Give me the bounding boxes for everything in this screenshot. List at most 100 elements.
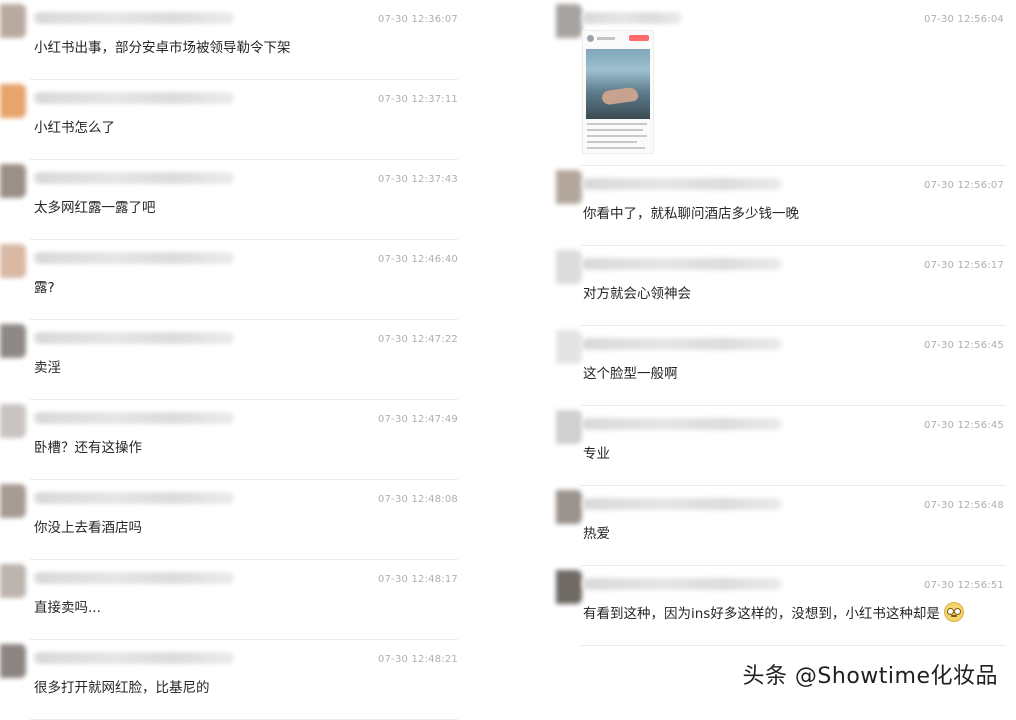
message-text-content: 小红书出事，部分安卓市场被领导勒令下架 — [34, 40, 291, 56]
message-time: 07-30 12:48:17 — [378, 574, 458, 585]
watermark: 头条 @Showtime化妆品 — [742, 664, 998, 689]
chat-message[interactable]: 07-30 12:36:07 小红书出事，部分安卓市场被领导勒令下架 — [0, 0, 470, 80]
message-text: 对方就会心领神会 — [583, 282, 691, 302]
username-blurred — [582, 258, 782, 270]
username-blurred — [582, 178, 782, 190]
chat-column-left: 07-30 12:36:07 小红书出事，部分安卓市场被领导勒令下架 07-30 1… — [0, 0, 470, 720]
chat-column-right: 07-30 12:56:04 07-30 12:56:07 你看中了，就私聊问酒店… — [552, 0, 1016, 646]
avatar[interactable] — [0, 244, 26, 278]
avatar[interactable] — [556, 170, 582, 204]
message-text: 卧槽？还有这操作 — [34, 436, 142, 456]
message-text-content: 这个脸型一般啊 — [583, 366, 678, 382]
message-text: 你没上去看酒店吗 — [34, 516, 142, 536]
username-blurred — [34, 12, 234, 24]
message-time: 07-30 12:48:08 — [378, 494, 458, 505]
thumbnail-photo — [586, 49, 650, 119]
username-blurred — [34, 332, 234, 344]
thumbnail-caption-lines — [587, 123, 649, 153]
shared-image-thumbnail[interactable] — [582, 30, 654, 154]
chat-message[interactable]: 07-30 12:47:49 卧槽？还有这操作 — [0, 400, 470, 480]
image-message[interactable]: 07-30 12:56:04 — [552, 0, 1016, 166]
avatar[interactable] — [556, 410, 582, 444]
avatar[interactable] — [556, 490, 582, 524]
message-time: 07-30 12:47:22 — [378, 334, 458, 345]
avatar[interactable] — [0, 404, 26, 438]
avatar[interactable] — [0, 164, 26, 198]
chat-message[interactable]: 07-30 12:48:17 直接卖吗... — [0, 560, 470, 640]
username-blurred — [34, 412, 234, 424]
message-time: 07-30 12:56:04 — [924, 14, 1004, 25]
message-text: 这个脸型一般啊 — [583, 362, 678, 382]
avatar[interactable] — [0, 564, 26, 598]
message-text: 露? — [34, 276, 55, 296]
chat-message[interactable]: 07-30 12:37:43 太多网红露一露了吧 — [0, 160, 470, 240]
chat-message[interactable]: 07-30 12:48:08 你没上去看酒店吗 — [0, 480, 470, 560]
username-blurred — [582, 578, 782, 590]
message-text: 直接卖吗... — [34, 596, 101, 616]
message-text-content: 很多打开就网红脸，比基尼的 — [34, 680, 210, 696]
username-blurred — [582, 418, 782, 430]
message-time: 07-30 12:37:43 — [378, 174, 458, 185]
message-text: 小红书怎么了 — [34, 116, 115, 136]
message-text-content: 你看中了，就私聊问酒店多少钱一晚 — [583, 206, 799, 222]
message-text-content: 有看到这种，因为ins好多这样的，没想到，小红书这种却是 — [583, 606, 940, 622]
username-blurred — [34, 572, 234, 584]
avatar[interactable] — [556, 570, 582, 604]
username-blurred — [34, 92, 234, 104]
message-time: 07-30 12:56:45 — [924, 340, 1004, 351]
message-time: 07-30 12:48:21 — [378, 654, 458, 665]
message-time: 07-30 12:36:07 — [378, 14, 458, 25]
message-text-content: 小红书怎么了 — [34, 120, 115, 136]
chat-message[interactable]: 07-30 12:56:51 有看到这种，因为ins好多这样的，没想到，小红书这种… — [552, 566, 1016, 646]
avatar[interactable] — [0, 4, 26, 38]
username-blurred — [34, 492, 234, 504]
message-text-content: 卖淫 — [34, 360, 61, 376]
message-text: 小红书出事，部分安卓市场被领导勒令下架 — [34, 36, 291, 56]
message-time: 07-30 12:46:40 — [378, 254, 458, 265]
chat-message[interactable]: 07-30 12:48:21 很多打开就网红脸，比基尼的 — [0, 640, 470, 720]
message-text-content: 对方就会心领神会 — [583, 286, 691, 302]
message-text-content: 露? — [34, 280, 55, 296]
username-blurred — [582, 12, 682, 24]
flushed-face-icon — [943, 602, 964, 622]
message-time: 07-30 12:56:51 — [924, 580, 1004, 591]
message-text: 专业 — [583, 442, 610, 462]
message-text: 有看到这种，因为ins好多这样的，没想到，小红书这种却是 — [583, 602, 964, 622]
chat-message[interactable]: 07-30 12:56:45 专业 — [552, 406, 1016, 486]
chat-message[interactable]: 07-30 12:56:45 这个脸型一般啊 — [552, 326, 1016, 406]
message-text-content: 卧槽？还有这操作 — [34, 440, 142, 456]
avatar[interactable] — [556, 4, 582, 38]
message-text-content: 太多网红露一露了吧 — [34, 200, 156, 216]
message-text-content: 热爱 — [583, 526, 610, 542]
chat-message[interactable]: 07-30 12:46:40 露? — [0, 240, 470, 320]
avatar[interactable] — [0, 324, 26, 358]
message-text-content: 你没上去看酒店吗 — [34, 520, 142, 536]
chat-message[interactable]: 07-30 12:37:11 小红书怎么了 — [0, 80, 470, 160]
avatar[interactable] — [556, 250, 582, 284]
message-text: 你看中了，就私聊问酒店多少钱一晚 — [583, 202, 799, 222]
avatar[interactable] — [0, 484, 26, 518]
chat-message[interactable]: 07-30 12:56:07 你看中了，就私聊问酒店多少钱一晚 — [552, 166, 1016, 246]
message-text: 很多打开就网红脸，比基尼的 — [34, 676, 210, 696]
username-blurred — [34, 172, 234, 184]
username-blurred — [582, 338, 782, 350]
message-text: 热爱 — [583, 522, 610, 542]
chat-message[interactable]: 07-30 12:56:48 热爱 — [552, 486, 1016, 566]
message-time: 07-30 12:56:07 — [924, 180, 1004, 191]
message-time: 07-30 12:37:11 — [378, 94, 458, 105]
avatar[interactable] — [0, 644, 26, 678]
message-text: 太多网红露一露了吧 — [34, 196, 156, 216]
message-text-content: 专业 — [583, 446, 610, 462]
divider — [580, 645, 1006, 646]
username-blurred — [582, 498, 782, 510]
chat-message[interactable]: 07-30 12:56:17 对方就会心领神会 — [552, 246, 1016, 326]
message-text: 卖淫 — [34, 356, 61, 376]
username-blurred — [34, 252, 234, 264]
message-time: 07-30 12:56:17 — [924, 260, 1004, 271]
message-text-content: 直接卖吗... — [34, 600, 101, 616]
chat-message[interactable]: 07-30 12:47:22 卖淫 — [0, 320, 470, 400]
avatar[interactable] — [556, 330, 582, 364]
avatar[interactable] — [0, 84, 26, 118]
message-time: 07-30 12:56:48 — [924, 500, 1004, 511]
username-blurred — [34, 652, 234, 664]
